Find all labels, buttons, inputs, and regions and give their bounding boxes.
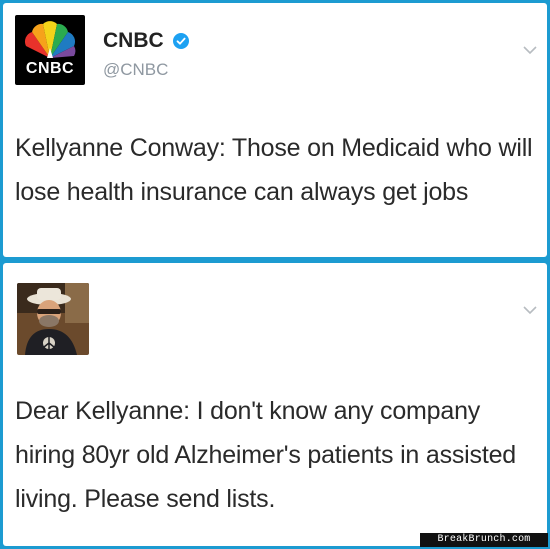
tweet-card-reply[interactable]: Dear Kellyanne: I don't know any company… [3, 263, 547, 546]
tweet-text: Kellyanne Conway: Those on Medicaid who … [15, 134, 533, 206]
chevron-down-icon[interactable] [523, 305, 537, 315]
cnbc-avatar[interactable]: CNBC [15, 15, 85, 85]
author-handle[interactable]: @CNBC [103, 60, 168, 80]
user-avatar-photo[interactable] [17, 283, 89, 355]
tweet-text: Dear Kellyanne: I don't know any company… [15, 397, 516, 513]
author-name[interactable]: CNBC [103, 29, 164, 53]
nbc-peacock-logo-icon [24, 21, 76, 58]
cnbc-logo-text: CNBC [25, 60, 75, 77]
verified-badge-icon [173, 33, 189, 49]
user-photo-image [17, 283, 89, 355]
watermark: BreakBrunch.com [420, 533, 548, 547]
chevron-down-icon[interactable] [523, 45, 537, 55]
tweet-card-cnbc[interactable]: CNBC CNBC @CNBC Kellyanne Conway: Those … [3, 3, 547, 257]
